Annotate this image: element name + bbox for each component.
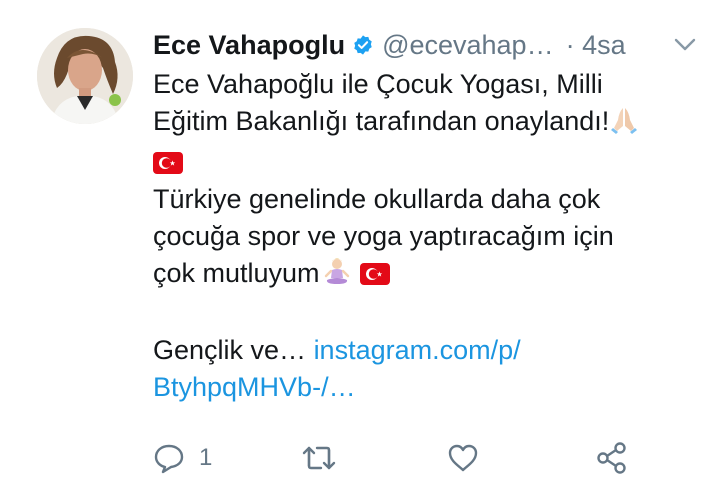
share-icon [597, 442, 626, 474]
tweet-line: çok mutluyum [153, 255, 698, 296]
tweet-line: çocuğa spor ve yoga yaptıracağım için [153, 221, 614, 251]
heart-icon [448, 444, 478, 472]
reply-button[interactable]: 1 [153, 438, 212, 478]
tweet-line [153, 144, 698, 181]
tweet-actions: 1 [153, 438, 653, 478]
instagram-link[interactable]: instagram.com/p/ [314, 335, 521, 365]
like-button[interactable] [447, 438, 479, 478]
tweet[interactable]: Ece Vahapoglu @ecevahap… · 4sa Ece Vahap… [0, 0, 720, 500]
tweet-line: Eğitim Bakanlığı tarafından onaylandı! [153, 103, 698, 144]
reply-icon [154, 444, 184, 474]
tweet-timestamp[interactable]: · 4sa [566, 30, 626, 61]
instagram-link-continued[interactable]: BtyhpqMHVb-/… [153, 372, 356, 402]
person-lotus-position-emoji-icon [324, 258, 350, 296]
tweet-text: Ece Vahapoğlu ile Çocuk Yogası, Milli Eğ… [153, 66, 698, 406]
chevron-down-icon[interactable] [674, 38, 696, 52]
tweet-line: Türkiye genelinde okullarda daha çok [153, 184, 601, 214]
avatar[interactable] [37, 28, 133, 124]
author-name[interactable]: Ece Vahapoglu [153, 30, 345, 61]
avatar-photo [37, 28, 133, 124]
reply-count: 1 [199, 444, 213, 471]
tweet-line: Ece Vahapoğlu ile Çocuk Yogası, Milli [153, 69, 603, 99]
share-button[interactable] [595, 438, 629, 478]
author-handle[interactable]: @ecevahap… [382, 30, 554, 61]
tweet-line: BtyhpqMHVb-/… [153, 369, 698, 406]
praying-hands-emoji-icon [609, 104, 639, 144]
retweet-button[interactable] [301, 438, 337, 478]
turkey-flag-emoji-icon [153, 152, 183, 174]
turkey-flag-emoji-icon [359, 263, 390, 285]
tweet-line: Gençlik ve… instagram.com/p/ [153, 335, 521, 365]
verified-badge-icon [352, 34, 374, 56]
tweet-header: Ece Vahapoglu @ecevahap… · 4sa [153, 26, 700, 64]
retweet-icon [302, 446, 336, 470]
